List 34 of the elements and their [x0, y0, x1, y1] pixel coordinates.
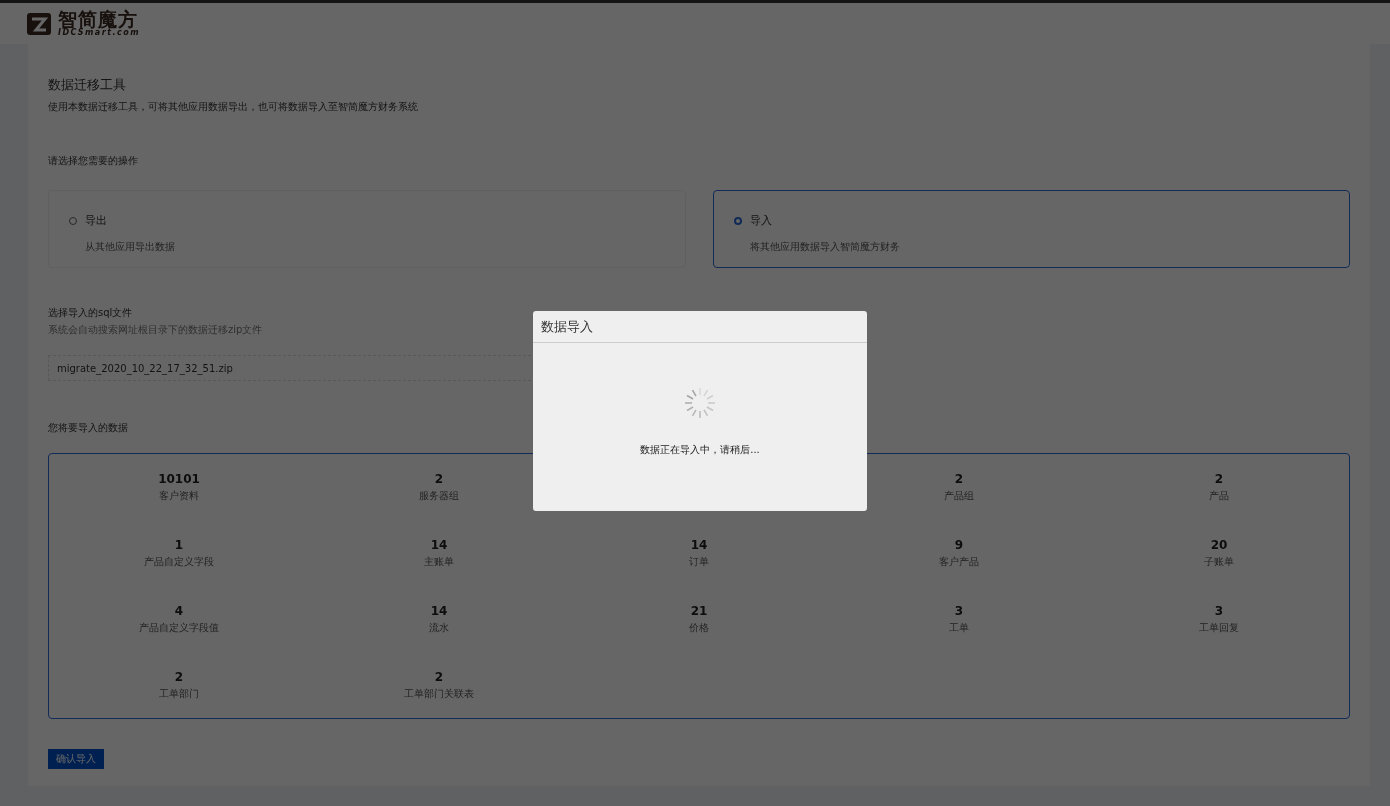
data-label: 流水 — [429, 621, 449, 635]
loading-spinner-icon — [682, 385, 718, 421]
data-count: 4 — [174, 604, 184, 618]
data-count: 1 — [174, 538, 184, 552]
data-count: 14 — [430, 604, 448, 618]
data-count: 2 — [174, 670, 184, 684]
option-title: 导出 — [85, 213, 107, 228]
option-title: 导入 — [749, 213, 772, 228]
dialog-title: 数据导入 — [533, 311, 867, 343]
section-label: 选择导入的sql文件 — [48, 306, 133, 320]
data-count: 14 — [430, 538, 448, 552]
data-label: 价格 — [689, 621, 709, 635]
data-label: 客户资料 — [159, 489, 199, 503]
logo-domain: IDCSmart.com — [58, 29, 141, 37]
data-count: 10101 — [158, 472, 200, 486]
data-count: 2 — [954, 472, 964, 486]
section-label: 您将要导入的数据 — [48, 421, 128, 435]
data-count: 3 — [1214, 604, 1224, 618]
data-count: 20 — [1210, 538, 1228, 552]
data-count: 21 — [690, 604, 708, 618]
logo-icon — [26, 11, 52, 36]
logo-name: 智简魔方 — [58, 10, 139, 29]
data-count: 14 — [690, 538, 708, 552]
section-label: 请选择您需要的操作 — [48, 154, 138, 168]
data-count: 2 — [434, 670, 444, 684]
radio-icon[interactable] — [733, 216, 742, 225]
page-title: 数据迁移工具 — [48, 76, 127, 94]
dialog-message: 数据正在导入中，请稍后... — [640, 443, 760, 457]
data-count: 2 — [1214, 472, 1224, 486]
data-count: 9 — [954, 538, 964, 552]
data-count: 3 — [954, 604, 964, 618]
data-label: 服务器组 — [419, 489, 459, 503]
data-count: 2 — [434, 472, 444, 486]
confirm-import-button[interactable]: 确认导入 — [48, 749, 104, 769]
